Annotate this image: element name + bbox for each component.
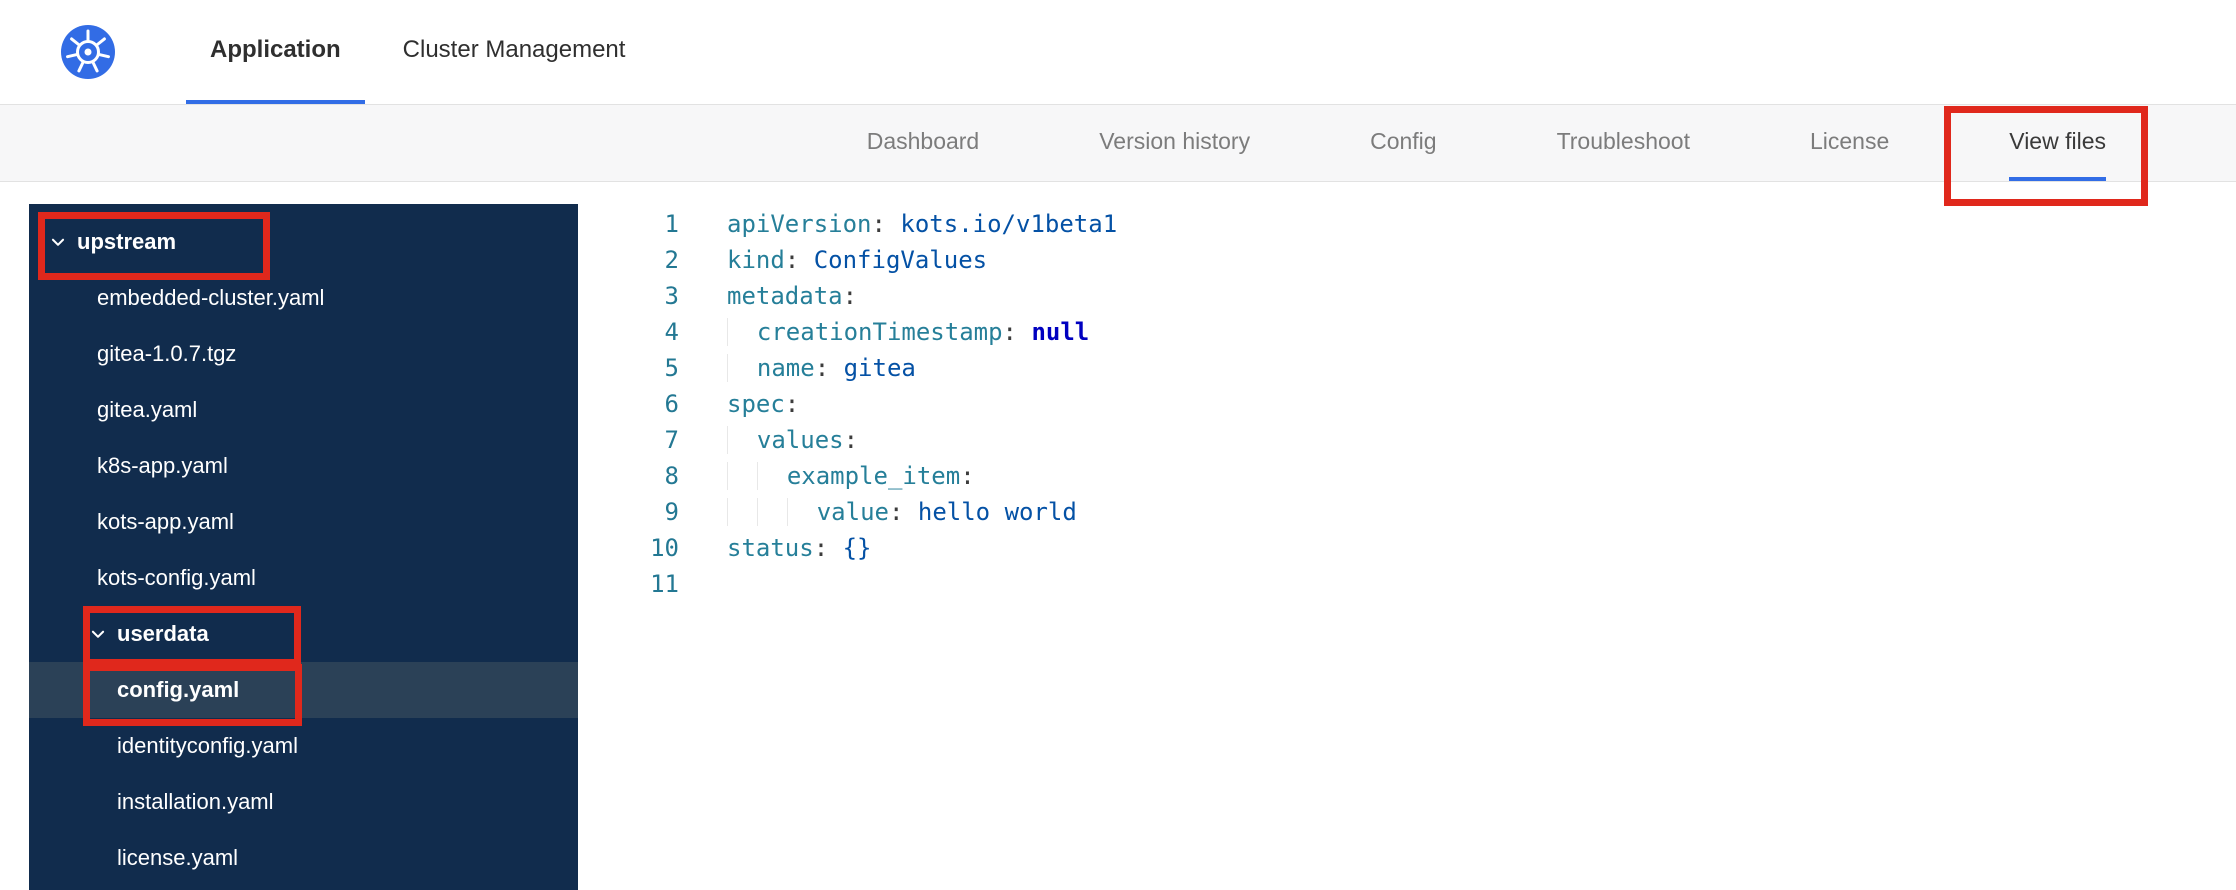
subnav-tabs: Dashboard Version history Config Troublesho… (867, 105, 2106, 181)
code-text: status: {} (727, 534, 872, 562)
tree-item-label: installation.yaml (117, 789, 274, 814)
tree-file-kots-config-yaml[interactable]: kots-config.yaml (29, 550, 578, 606)
code-editor[interactable]: 1 apiVersion: kots.io/v1beta1 2 kind: Confi… (578, 204, 2236, 890)
tree-item-label: embedded-cluster.yaml (97, 285, 325, 310)
subnav-tab-dashboard[interactable]: Dashboard (867, 105, 980, 181)
kubernetes-logo[interactable] (60, 0, 116, 104)
chevron-down-icon (87, 623, 109, 645)
code-text: spec: (727, 390, 800, 418)
code-text: apiVersion: kots.io/v1beta1 (727, 210, 1118, 238)
code-line: 7 values: (578, 422, 2236, 458)
tree-item-label: kots-config.yaml (97, 565, 256, 590)
line-number: 10 (650, 534, 679, 562)
code-line: 6 spec: (578, 386, 2236, 422)
code-text: kind: ConfigValues (727, 246, 988, 274)
kubernetes-logo-icon (61, 25, 115, 79)
header-tab-cluster-management[interactable]: Cluster Management (379, 0, 650, 104)
tree-file-embedded-cluster-yaml[interactable]: embedded-cluster.yaml (29, 270, 578, 326)
code-line: 1 apiVersion: kots.io/v1beta1 (578, 206, 2236, 242)
code-text: name: gitea (727, 350, 916, 386)
tree-file-license-yaml[interactable]: license.yaml (29, 830, 578, 886)
tree-file-gitea-1-0-7-tgz[interactable]: gitea-1.0.7.tgz (29, 326, 578, 382)
tree-item-label: identityconfig.yaml (117, 733, 298, 758)
subnav-tab-license[interactable]: License (1810, 105, 1889, 181)
code-line: 11 (578, 566, 2236, 602)
app-subnav: Dashboard Version history Config Troublesho… (0, 104, 2236, 182)
line-number: 1 (664, 210, 679, 238)
tree-item-label: gitea-1.0.7.tgz (97, 341, 237, 366)
line-number: 7 (664, 426, 679, 454)
line-number: 5 (664, 354, 679, 382)
tree-item-label: upstream (77, 229, 177, 254)
line-number: 9 (664, 498, 679, 526)
line-number: 3 (664, 282, 679, 310)
code-line: 8 example_item: (578, 458, 2236, 494)
code-line: 9 value: hello world (578, 494, 2236, 530)
code-text: creationTimestamp: null (727, 314, 1089, 350)
tree-file-kots-app-yaml[interactable]: kots-app.yaml (29, 494, 578, 550)
line-number: 6 (664, 390, 679, 418)
tree-item-label: config.yaml (117, 677, 240, 702)
code-text: example_item: (727, 458, 975, 494)
code-line: 5 name: gitea (578, 350, 2236, 386)
code-line: 4 creationTimestamp: null (578, 314, 2236, 350)
app-header: Application Cluster Management (0, 0, 2236, 104)
header-tabs: Application Cluster Management (186, 0, 649, 104)
tree-file-identityconfig-yaml[interactable]: identityconfig.yaml (29, 718, 578, 774)
subnav-tab-view-files[interactable]: View files (2009, 105, 2106, 181)
tree-file-config-yaml[interactable]: config.yaml (29, 662, 578, 718)
line-number: 4 (664, 318, 679, 346)
subnav-tab-config[interactable]: Config (1370, 105, 1436, 181)
tree-item-label: license.yaml (117, 845, 239, 870)
line-number: 2 (664, 246, 679, 274)
content-area: upstream embedded-cluster.yaml gitea-1.0.7… (0, 204, 2236, 890)
tree-folder-userdata[interactable]: userdata (29, 606, 578, 662)
chevron-down-icon (47, 231, 69, 253)
tree-item-label: kots-app.yaml (97, 509, 234, 534)
line-number: 11 (650, 570, 679, 598)
editor-lines: 1 apiVersion: kots.io/v1beta1 2 kind: Confi… (578, 206, 2236, 602)
tree-item-label: userdata (117, 621, 209, 646)
tree-file-installation-yaml[interactable]: installation.yaml (29, 774, 578, 830)
tree-file-k8s-app-yaml[interactable]: k8s-app.yaml (29, 438, 578, 494)
code-text: value: hello world (727, 494, 1077, 530)
code-line: 2 kind: ConfigValues (578, 242, 2236, 278)
code-line: 10 status: {} (578, 530, 2236, 566)
tree-folder-upstream[interactable]: upstream (29, 214, 578, 270)
tree-item-label: k8s-app.yaml (97, 453, 228, 478)
tree-file-gitea-yaml[interactable]: gitea.yaml (29, 382, 578, 438)
code-text: metadata: (727, 282, 858, 310)
code-text: values: (727, 422, 858, 458)
file-tree: upstream embedded-cluster.yaml gitea-1.0.7… (29, 204, 578, 890)
subnav-tab-version-history[interactable]: Version history (1099, 105, 1250, 181)
subnav-tab-troubleshoot[interactable]: Troubleshoot (1557, 105, 1690, 181)
tree-item-label: gitea.yaml (97, 397, 198, 422)
line-number: 8 (664, 462, 679, 490)
header-tab-application[interactable]: Application (186, 0, 365, 104)
code-line: 3 metadata: (578, 278, 2236, 314)
